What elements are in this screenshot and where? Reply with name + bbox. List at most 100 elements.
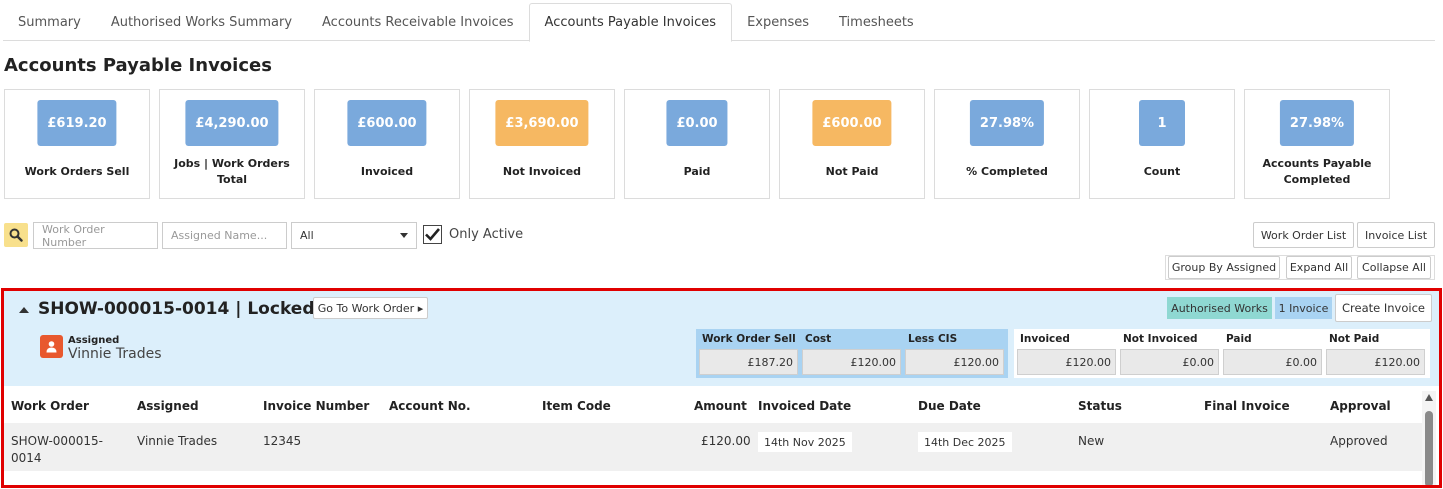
column-header[interactable]: Invoice Number — [263, 399, 369, 413]
work-order-panel: SHOW-000015-0014 | Locked Go To Work Ord… — [1, 288, 1442, 488]
stat-card-percent-completed: 27.98% % Completed — [934, 89, 1080, 199]
invoice-count-badge[interactable]: 1 Invoice — [1275, 297, 1332, 319]
column-header[interactable]: Invoiced Date — [758, 399, 851, 413]
stat-card-accounts-payable-completed: 27.98% Accounts Payable Completed — [1244, 89, 1390, 199]
search-icon — [9, 228, 23, 242]
assigned-name-input[interactable]: Assigned Name... — [162, 222, 287, 249]
cell-approval: Approved — [1330, 434, 1388, 448]
stat-label: Jobs | Work Orders Total — [174, 157, 290, 186]
field-value: £0.00 — [1120, 349, 1219, 375]
field-value: £187.20 — [699, 349, 798, 375]
invoice-list-button[interactable]: Invoice List — [1357, 222, 1435, 248]
financials-primary: Work Order Sell £187.20 Cost £120.00 Les… — [696, 329, 1008, 378]
column-header[interactable]: Account No. — [389, 399, 471, 413]
field-label: Not Invoiced — [1123, 333, 1198, 345]
column-header[interactable]: Amount — [694, 399, 747, 413]
tab-expenses[interactable]: Expenses — [732, 3, 824, 41]
status-select[interactable]: All — [291, 222, 417, 249]
work-order-list-button[interactable]: Work Order List — [1253, 222, 1354, 248]
cell-assigned: Vinnie Trades — [137, 434, 218, 448]
cell-amount: £120.00 — [701, 434, 751, 448]
stat-label: Work Orders Sell — [24, 165, 130, 178]
status-select-value: All — [300, 229, 314, 242]
assigned-label: Assigned — [68, 335, 120, 346]
page-title: Accounts Payable Invoices — [4, 55, 272, 76]
stat-card-count: 1 Count — [1089, 89, 1235, 199]
expand-all-button[interactable]: Expand All — [1286, 256, 1352, 279]
cell-invoice-number: 12345 — [263, 434, 302, 448]
stat-value: £4,290.00 — [185, 100, 279, 146]
stat-value: 1 — [1139, 100, 1185, 146]
vertical-scrollbar[interactable] — [1422, 391, 1436, 485]
stat-value: £619.20 — [37, 100, 117, 146]
search-button[interactable] — [4, 223, 28, 247]
field-label: Not Paid — [1329, 333, 1380, 345]
not-invoiced-field: Not Invoiced £0.00 — [1120, 329, 1219, 375]
collapse-caret-icon[interactable] — [19, 307, 29, 313]
field-value: £120.00 — [1017, 349, 1116, 375]
tab-accounts-payable-invoices[interactable]: Accounts Payable Invoices — [528, 3, 733, 42]
tab-timesheets[interactable]: Timesheets — [824, 3, 929, 41]
only-active-checkbox[interactable] — [423, 225, 442, 244]
tab-accounts-receivable-invoices[interactable]: Accounts Receivable Invoices — [307, 3, 529, 41]
stat-label: Not Invoiced — [502, 165, 582, 178]
field-value: £120.00 — [802, 349, 901, 375]
cell-status: New — [1078, 434, 1105, 448]
create-invoice-button[interactable]: Create Invoice — [1335, 294, 1432, 322]
column-header[interactable]: Due Date — [918, 399, 981, 413]
cost-field: Cost £120.00 — [802, 329, 901, 375]
stat-card-not-paid: £600.00 Not Paid — [779, 89, 925, 199]
stat-value: 27.98% — [969, 100, 1045, 146]
column-header[interactable]: Final Invoice — [1204, 399, 1290, 413]
collapse-all-button[interactable]: Collapse All — [1357, 256, 1431, 279]
tab-authorised-works-summary[interactable]: Authorised Works Summary — [96, 3, 307, 41]
caret-down-icon — [400, 233, 408, 238]
column-header[interactable]: Item Code — [542, 399, 611, 413]
stat-value: £600.00 — [347, 100, 427, 146]
cell-due-date[interactable]: 14th Dec 2025 — [918, 432, 1012, 452]
stat-label: Paid — [683, 165, 711, 178]
column-header[interactable]: Status — [1078, 399, 1122, 413]
field-label: Less CIS — [908, 333, 958, 345]
column-header[interactable]: Approval — [1330, 399, 1391, 413]
group-by-assigned-button[interactable]: Group By Assigned — [1168, 256, 1280, 279]
tab-bar: Summary Authorised Works Summary Account… — [3, 3, 1435, 42]
cell-work-order: SHOW-000015-0014 — [11, 434, 103, 465]
stat-card-jobs-total: £4,290.00 Jobs | Work Orders Total — [159, 89, 305, 199]
stat-label: Not Paid — [825, 165, 879, 178]
work-order-number-input[interactable]: Work Order Number — [33, 222, 158, 249]
stat-card-work-orders-sell: £619.20 Work Orders Sell — [4, 89, 150, 199]
invoiced-field: Invoiced £120.00 — [1017, 329, 1116, 375]
field-label: Cost — [805, 333, 832, 345]
work-order-header: SHOW-000015-0014 | Locked Go To Work Ord… — [4, 291, 1439, 386]
field-value: £120.00 — [1326, 349, 1425, 375]
stat-card-paid: £0.00 Paid — [624, 89, 770, 199]
summary-cards: £619.20 Work Orders Sell £4,290.00 Jobs … — [4, 89, 1390, 199]
stat-value: £3,690.00 — [495, 100, 589, 146]
stat-label: % Completed — [966, 165, 1048, 178]
go-to-work-order-button[interactable]: Go To Work Order ▸ — [313, 297, 428, 319]
work-order-title: SHOW-000015-0014 | Locked — [38, 299, 315, 319]
stat-card-not-invoiced: £3,690.00 Not Invoiced — [469, 89, 615, 199]
work-order-sell-field: Work Order Sell £187.20 — [699, 329, 798, 375]
stat-label: Count — [1143, 165, 1181, 178]
field-value: £120.00 — [905, 349, 1004, 375]
authorised-works-badge[interactable]: Authorised Works — [1167, 297, 1272, 319]
not-paid-field: Not Paid £120.00 — [1326, 329, 1425, 375]
assigned-name: Vinnie Trades — [68, 346, 162, 362]
column-header[interactable]: Assigned — [137, 399, 199, 413]
field-label: Work Order Sell — [702, 333, 796, 345]
stat-label: Invoiced — [360, 165, 414, 178]
paid-field: Paid £0.00 — [1223, 329, 1322, 375]
cell-invoiced-date[interactable]: 14th Nov 2025 — [758, 432, 852, 452]
stat-card-invoiced: £600.00 Invoiced — [314, 89, 460, 199]
column-header[interactable]: Work Order — [11, 399, 89, 413]
invoice-table-header: Work Order Assigned Invoice Number Accou… — [4, 393, 1422, 419]
scroll-up-arrow-icon[interactable] — [1425, 394, 1433, 401]
field-value: £0.00 — [1223, 349, 1322, 375]
scrollbar-thumb[interactable] — [1425, 411, 1433, 485]
table-row[interactable]: SHOW-000015-0014 Vinnie Trades 12345 £12… — [4, 423, 1422, 471]
tab-summary[interactable]: Summary — [3, 3, 96, 41]
field-label: Paid — [1226, 333, 1252, 345]
checkmark-icon — [425, 228, 440, 241]
